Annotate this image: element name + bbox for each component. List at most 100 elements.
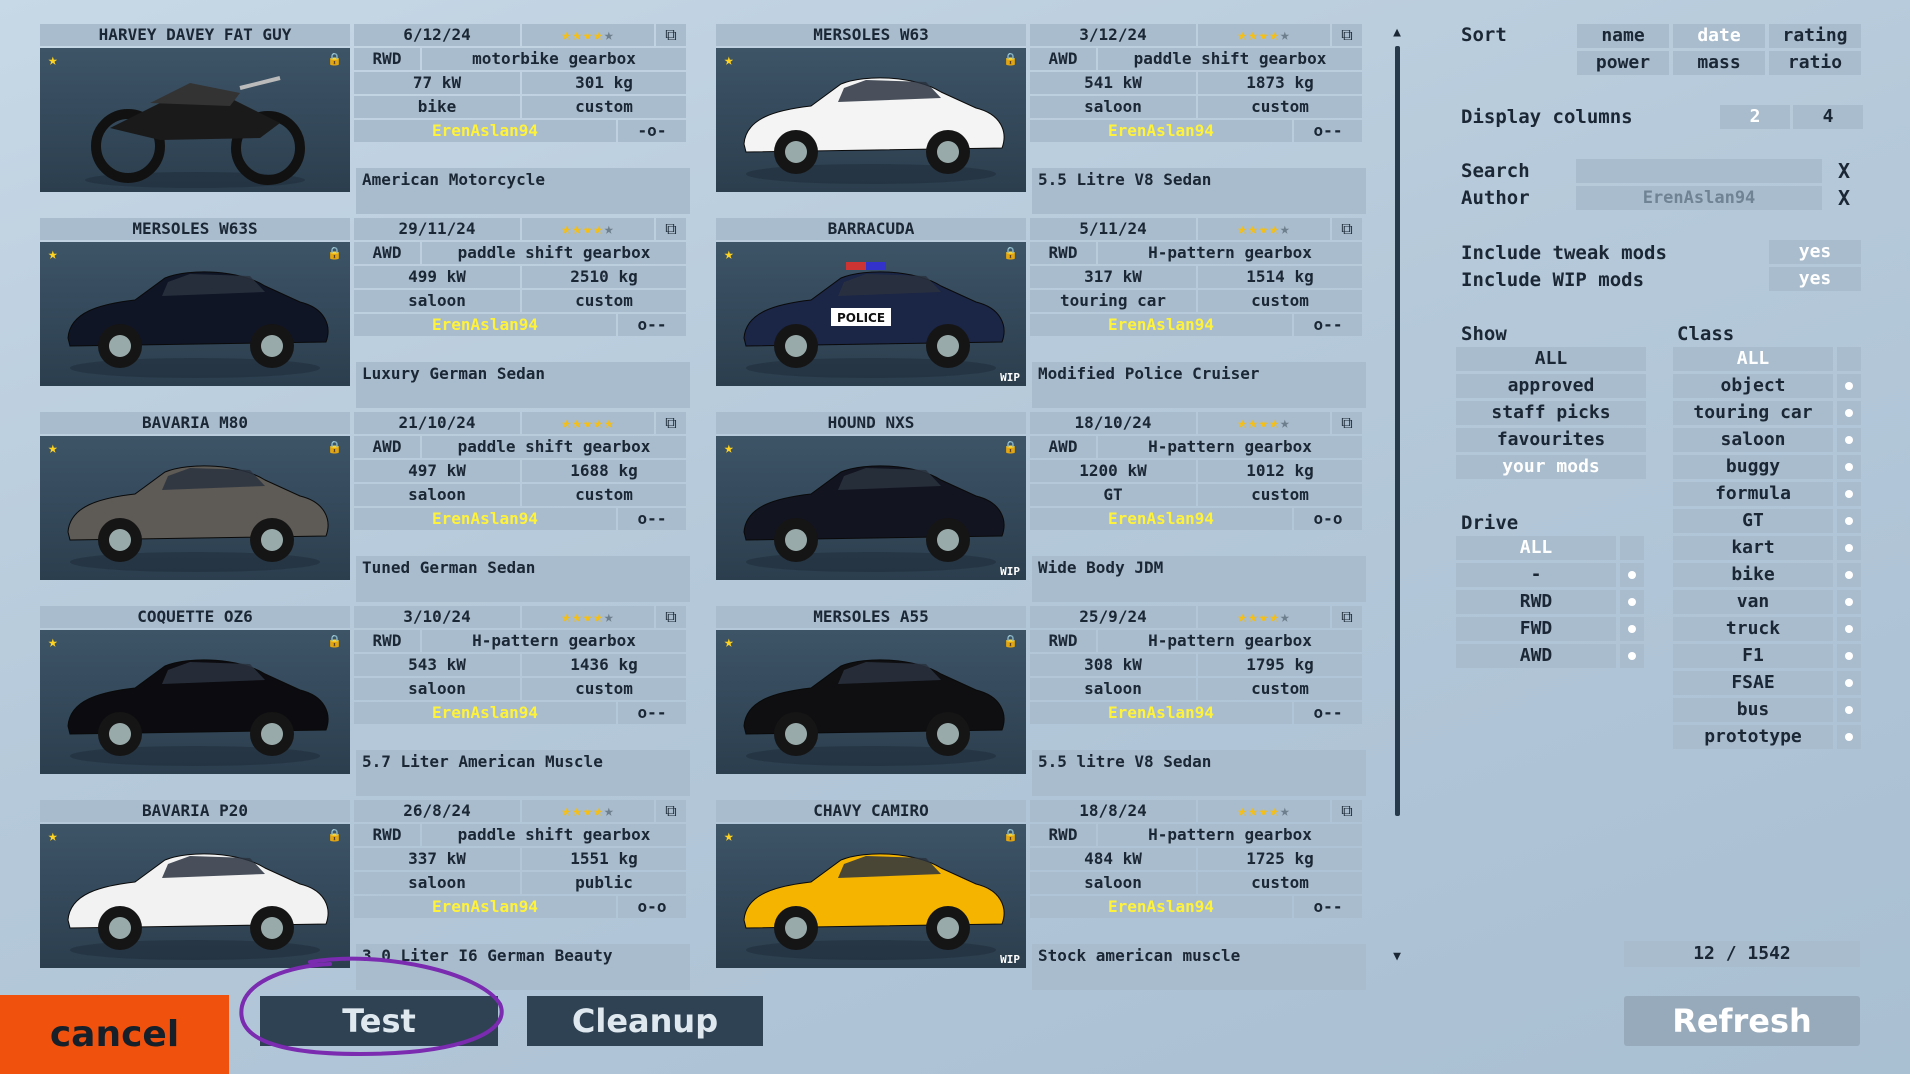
open-external-icon[interactable]: ⧉ — [656, 606, 686, 628]
open-external-icon[interactable]: ⧉ — [656, 24, 686, 46]
class-fsae-checkbox[interactable] — [1837, 671, 1861, 695]
favourite-star-icon[interactable]: ★ — [48, 244, 58, 263]
class-option-all[interactable]: ALL — [1673, 347, 1833, 371]
open-external-icon[interactable]: ⧉ — [656, 412, 686, 434]
class-f1-checkbox[interactable] — [1837, 644, 1861, 668]
car-thumbnail[interactable]: POLICE ★ 🔒 WIP — [716, 242, 1026, 386]
sort-option-name[interactable]: name — [1577, 24, 1669, 48]
favourite-star-icon[interactable]: ★ — [724, 826, 734, 845]
card-author[interactable]: ErenAslan94 — [354, 896, 616, 918]
class-option-formula[interactable]: formula — [1673, 482, 1833, 506]
show-option-favourites[interactable]: favourites — [1456, 428, 1646, 452]
drive-rwd-checkbox[interactable] — [1620, 590, 1644, 614]
card-author[interactable]: ErenAslan94 — [1030, 120, 1292, 142]
car-thumbnail[interactable]: ★ 🔒 — [40, 436, 350, 580]
car-thumbnail[interactable]: ★ 🔒 WIP — [716, 824, 1026, 968]
car-thumbnail[interactable]: ★ 🔒 — [40, 242, 350, 386]
drive-option-all[interactable]: ALL — [1456, 536, 1616, 560]
class-option-bus[interactable]: bus — [1673, 698, 1833, 722]
car-thumbnail[interactable]: ★ 🔒 — [40, 48, 350, 192]
open-external-icon[interactable]: ⧉ — [1332, 24, 1362, 46]
mod-card[interactable]: CHAVY CAMIRO ★ 🔒 WIP 18/8/24 ★★★★★ ⧉ RWD H-patte… — [716, 800, 1366, 994]
class-all-checkbox[interactable] — [1837, 347, 1861, 371]
card-author[interactable]: ErenAslan94 — [1030, 314, 1292, 336]
sort-option-date[interactable]: date — [1673, 24, 1765, 48]
card-author[interactable]: ErenAslan94 — [354, 508, 616, 530]
card-author[interactable]: ErenAslan94 — [354, 120, 616, 142]
class-option-kart[interactable]: kart — [1673, 536, 1833, 560]
class-prototype-checkbox[interactable] — [1837, 725, 1861, 749]
class-option-bike[interactable]: bike — [1673, 563, 1833, 587]
mod-card[interactable]: HARVEY DAVEY FAT GUY ★ 🔒 6/12/24 ★★★★★ ⧉ RWD mo… — [40, 24, 690, 218]
drive-awd-checkbox[interactable] — [1620, 644, 1644, 668]
class-truck-checkbox[interactable] — [1837, 617, 1861, 641]
open-external-icon[interactable]: ⧉ — [656, 218, 686, 240]
drive-fwd-checkbox[interactable] — [1620, 617, 1644, 641]
display-columns-4[interactable]: 4 — [1793, 105, 1863, 129]
cancel-button[interactable]: cancel — [0, 995, 229, 1074]
class-option-gt[interactable]: GT — [1673, 509, 1833, 533]
class-object-checkbox[interactable] — [1837, 374, 1861, 398]
class-option-fsae[interactable]: FSAE — [1673, 671, 1833, 695]
car-thumbnail[interactable]: ★ 🔒 — [716, 48, 1026, 192]
author-clear-button[interactable]: X — [1831, 186, 1857, 210]
search-clear-button[interactable]: X — [1831, 159, 1857, 183]
refresh-button[interactable]: Refresh — [1624, 996, 1860, 1046]
card-author[interactable]: ErenAslan94 — [354, 702, 616, 724]
drive-none-checkbox[interactable] — [1620, 563, 1644, 587]
car-thumbnail[interactable]: ★ 🔒 WIP — [716, 436, 1026, 580]
show-option-your-mods[interactable]: your mods — [1456, 455, 1646, 479]
class-option-touring-car[interactable]: touring car — [1673, 401, 1833, 425]
class-buggy-checkbox[interactable] — [1837, 455, 1861, 479]
class-formula-checkbox[interactable] — [1837, 482, 1861, 506]
sort-option-ratio[interactable]: ratio — [1769, 51, 1861, 75]
mod-list-scrollbar[interactable]: ▲ ▼ — [1389, 24, 1405, 966]
drive-option-awd[interactable]: AWD — [1456, 644, 1616, 668]
drive-all-checkbox[interactable] — [1620, 536, 1644, 560]
class-option-prototype[interactable]: prototype — [1673, 725, 1833, 749]
scroll-down-arrow-icon[interactable]: ▼ — [1389, 948, 1405, 966]
car-thumbnail[interactable]: ★ 🔒 — [716, 630, 1026, 774]
include-tweak-toggle[interactable]: yes — [1769, 240, 1861, 264]
show-option-approved[interactable]: approved — [1456, 374, 1646, 398]
favourite-star-icon[interactable]: ★ — [48, 438, 58, 457]
open-external-icon[interactable]: ⧉ — [1332, 800, 1362, 822]
mod-card[interactable]: BAVARIA M80 ★ 🔒 21/10/24 ★★★★★ ⧉ AWD paddle shi… — [40, 412, 690, 606]
class-option-buggy[interactable]: buggy — [1673, 455, 1833, 479]
show-option-ALL[interactable]: ALL — [1456, 347, 1646, 371]
mod-card[interactable]: MERSOLES W63 ★ 🔒 3/12/24 ★★★★★ ⧉ AWD paddle shi… — [716, 24, 1366, 218]
open-external-icon[interactable]: ⧉ — [1332, 412, 1362, 434]
favourite-star-icon[interactable]: ★ — [724, 438, 734, 457]
include-wip-toggle[interactable]: yes — [1769, 267, 1861, 291]
mod-card[interactable]: HOUND NXS ★ 🔒 WIP 18/10/24 ★★★★★ ⧉ AWD H-pattern… — [716, 412, 1366, 606]
car-thumbnail[interactable]: ★ 🔒 — [40, 824, 350, 968]
class-touring-car-checkbox[interactable] — [1837, 401, 1861, 425]
class-option-object[interactable]: object — [1673, 374, 1833, 398]
open-external-icon[interactable]: ⧉ — [1332, 218, 1362, 240]
favourite-star-icon[interactable]: ★ — [724, 244, 734, 263]
display-columns-2[interactable]: 2 — [1720, 105, 1790, 129]
mod-card[interactable]: COQUETTE OZ6 ★ 🔒 3/10/24 ★★★★★ ⧉ RWD H-pattern … — [40, 606, 690, 800]
mod-card[interactable]: BARRACUDA POLICE ★ 🔒 WIP 5/11/24 ★★★★★ ⧉ RWD H-pa… — [716, 218, 1366, 412]
card-author[interactable]: ErenAslan94 — [1030, 896, 1292, 918]
drive-option-none[interactable]: - — [1456, 563, 1616, 587]
drive-option-rwd[interactable]: RWD — [1456, 590, 1616, 614]
car-thumbnail[interactable]: ★ 🔒 — [40, 630, 350, 774]
sort-option-power[interactable]: power — [1577, 51, 1669, 75]
class-option-van[interactable]: van — [1673, 590, 1833, 614]
scrollbar-thumb[interactable] — [1395, 46, 1400, 816]
class-kart-checkbox[interactable] — [1837, 536, 1861, 560]
author-input[interactable]: ErenAslan94 — [1576, 186, 1822, 210]
show-option-staff-picks[interactable]: staff picks — [1456, 401, 1646, 425]
scroll-up-arrow-icon[interactable]: ▲ — [1389, 24, 1405, 42]
class-van-checkbox[interactable] — [1837, 590, 1861, 614]
sort-option-mass[interactable]: mass — [1673, 51, 1765, 75]
search-input[interactable] — [1576, 159, 1822, 183]
favourite-star-icon[interactable]: ★ — [724, 50, 734, 69]
class-bus-checkbox[interactable] — [1837, 698, 1861, 722]
drive-option-fwd[interactable]: FWD — [1456, 617, 1616, 641]
class-gt-checkbox[interactable] — [1837, 509, 1861, 533]
favourite-star-icon[interactable]: ★ — [48, 632, 58, 651]
card-author[interactable]: ErenAslan94 — [1030, 702, 1292, 724]
class-saloon-checkbox[interactable] — [1837, 428, 1861, 452]
